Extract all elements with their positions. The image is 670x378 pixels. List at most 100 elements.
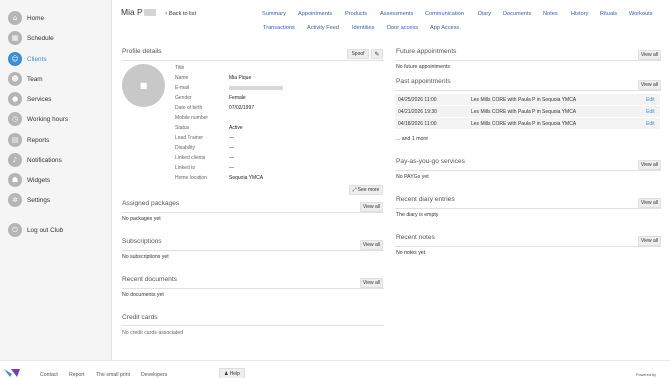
expand-icon: ⤢ bbox=[352, 187, 357, 193]
sidebar-item-widgets[interactable]: ☗ Widgets bbox=[8, 172, 50, 188]
sidebar-item-schedule[interactable]: ▦ Schedule bbox=[8, 30, 54, 46]
appointment-edit-link[interactable]: Edit bbox=[646, 109, 655, 115]
tab-appointments[interactable]: Appointments bbox=[298, 11, 332, 17]
edit-profile-button[interactable]: ✎ bbox=[371, 49, 383, 59]
avatar: ■ bbox=[122, 64, 165, 107]
see-more-button[interactable]: ⤢ See more bbox=[349, 185, 383, 195]
back-to-list-link[interactable]: ‹ Back to list bbox=[165, 10, 196, 17]
tab-transactions[interactable]: Transactions bbox=[263, 25, 295, 31]
tab-door-access[interactable]: Door access bbox=[387, 25, 418, 31]
assigned-packages-title: Assigned packages bbox=[122, 200, 180, 207]
sidebar-item-reports[interactable]: ▤ Reports bbox=[8, 132, 49, 148]
sidebar: ⌂ Home ▦ Schedule ☺ Clients ☻ Team ● Ser… bbox=[0, 0, 112, 360]
footer-link-developers[interactable]: Developers bbox=[141, 372, 167, 378]
divider bbox=[395, 90, 661, 91]
tab-rituals[interactable]: Rituals bbox=[600, 11, 617, 17]
tab-history[interactable]: History bbox=[571, 11, 588, 17]
tab-activity-feed[interactable]: Activity Feed bbox=[307, 25, 339, 31]
appointment-date: 04/25/2026 11:00 bbox=[398, 97, 437, 103]
tab-products[interactable]: Products bbox=[345, 11, 367, 17]
field-label-status: Status bbox=[175, 125, 190, 131]
field-value-linked-clients: — bbox=[229, 155, 234, 161]
tab-summary[interactable]: Summary bbox=[262, 11, 286, 17]
future-appointments-view-all-button[interactable]: View all bbox=[638, 50, 661, 60]
calendar-icon: ▦ bbox=[8, 31, 22, 45]
notes-view-all-button[interactable]: View all bbox=[638, 236, 661, 246]
subscriptions-title: Subscriptions bbox=[122, 238, 162, 245]
field-value-disability: — bbox=[229, 145, 234, 151]
recent-documents-view-all-button[interactable]: View all bbox=[360, 278, 383, 288]
payg-title: Pay-as-you-go services bbox=[396, 158, 465, 165]
field-label-linked-clients: Linked clients bbox=[175, 155, 206, 161]
redacted-email bbox=[229, 86, 283, 90]
gear-icon: ✲ bbox=[8, 193, 22, 207]
divider bbox=[122, 288, 384, 289]
appointment-description: Les Mills CORE with Paula P in Sequoia Y… bbox=[471, 121, 577, 127]
divider bbox=[395, 60, 661, 61]
sidebar-item-logout[interactable]: ⏻ Log out Club bbox=[8, 222, 63, 238]
divider bbox=[395, 246, 661, 247]
bell-icon: ♪ bbox=[8, 153, 22, 167]
recent-documents-title: Recent documents bbox=[122, 276, 177, 283]
subscriptions-view-all-button[interactable]: View all bbox=[360, 240, 383, 250]
see-more-label: See more bbox=[357, 187, 380, 193]
table-row: 04/18/2026 11:00 Les Mills CORE with Pau… bbox=[395, 118, 660, 129]
sidebar-item-settings[interactable]: ✲ Settings bbox=[8, 192, 50, 208]
camera-icon: ■ bbox=[139, 81, 148, 90]
sidebar-item-services[interactable]: ● Services bbox=[8, 91, 52, 107]
field-label-name: Name bbox=[175, 75, 189, 81]
sidebar-item-label: Services bbox=[27, 95, 52, 103]
tab-diary[interactable]: Diary bbox=[478, 11, 491, 17]
payg-empty: No PAYGs yet bbox=[396, 174, 429, 180]
footer-link-report[interactable]: Report bbox=[69, 372, 85, 378]
sidebar-item-team[interactable]: ☻ Team bbox=[8, 71, 43, 87]
sidebar-item-label: Reports bbox=[27, 136, 50, 144]
field-label-mobile: Mobile number bbox=[175, 115, 209, 121]
spoof-button[interactable]: Spoof bbox=[347, 49, 369, 59]
sidebar-item-working-hours[interactable]: ◷ Working hours bbox=[8, 111, 68, 127]
sidebar-item-clients[interactable]: ☺ Clients bbox=[8, 51, 47, 67]
profile-details-title: Profile details bbox=[122, 48, 162, 55]
field-label-linked-to: Linked to bbox=[175, 165, 196, 171]
tab-identities[interactable]: Identities bbox=[352, 25, 374, 31]
appointment-edit-link[interactable]: Edit bbox=[646, 97, 655, 103]
field-value-lead-trainer: — bbox=[229, 135, 234, 141]
recent-documents-empty: No documents yet bbox=[122, 292, 164, 298]
payg-view-all-button[interactable]: View all bbox=[638, 160, 661, 170]
diary-view-all-button[interactable]: View all bbox=[638, 198, 661, 208]
subscriptions-empty: No subscriptions yet bbox=[122, 254, 169, 260]
sidebar-item-home[interactable]: ⌂ Home bbox=[8, 10, 44, 26]
footer-link-contact[interactable]: Contact bbox=[40, 372, 58, 378]
footer-link-small-print[interactable]: The small print bbox=[96, 372, 130, 378]
tab-documents[interactable]: Documents bbox=[503, 11, 531, 17]
home-icon: ⌂ bbox=[8, 11, 22, 25]
past-appointments-view-all-button[interactable]: View all bbox=[638, 80, 661, 90]
field-value-gender: Female bbox=[229, 95, 246, 101]
assigned-packages-view-all-button[interactable]: View all bbox=[360, 202, 383, 212]
divider bbox=[122, 325, 384, 326]
tab-notes[interactable]: Notes bbox=[543, 11, 558, 17]
diary-title: Recent diary entries bbox=[396, 196, 455, 203]
tab-communication[interactable]: Communication bbox=[425, 11, 464, 17]
pencil-icon: ✎ bbox=[374, 50, 380, 58]
field-value-name: Mia Pique bbox=[229, 75, 252, 81]
services-icon: ● bbox=[8, 92, 22, 106]
sidebar-item-label: Home bbox=[27, 14, 45, 22]
sidebar-item-notifications[interactable]: ♪ Notifications bbox=[8, 152, 62, 168]
brand-logo bbox=[4, 369, 20, 377]
tab-app-access[interactable]: App Access bbox=[430, 25, 459, 31]
notes-empty: No notes yet bbox=[396, 250, 426, 256]
field-value-linked-to: — bbox=[229, 165, 234, 171]
team-icon: ☻ bbox=[8, 72, 22, 86]
tab-workouts[interactable]: Workouts bbox=[629, 11, 653, 17]
field-label-gender: Gender bbox=[175, 95, 192, 101]
sidebar-item-label: Log out Club bbox=[27, 226, 64, 234]
appointment-edit-link[interactable]: Edit bbox=[646, 121, 655, 127]
field-value-dob: 07/02/1997 bbox=[229, 105, 255, 111]
clock-icon: ◷ bbox=[8, 112, 22, 126]
powered-by-label: Powered by bbox=[636, 373, 657, 377]
help-button[interactable]: ♟ Help bbox=[219, 368, 245, 378]
tab-assessments[interactable]: Assessments bbox=[380, 11, 413, 17]
appointment-description: Les Mills CORE with Paula P in Sequoia Y… bbox=[471, 109, 577, 115]
field-label-disability: Disability bbox=[175, 145, 196, 151]
